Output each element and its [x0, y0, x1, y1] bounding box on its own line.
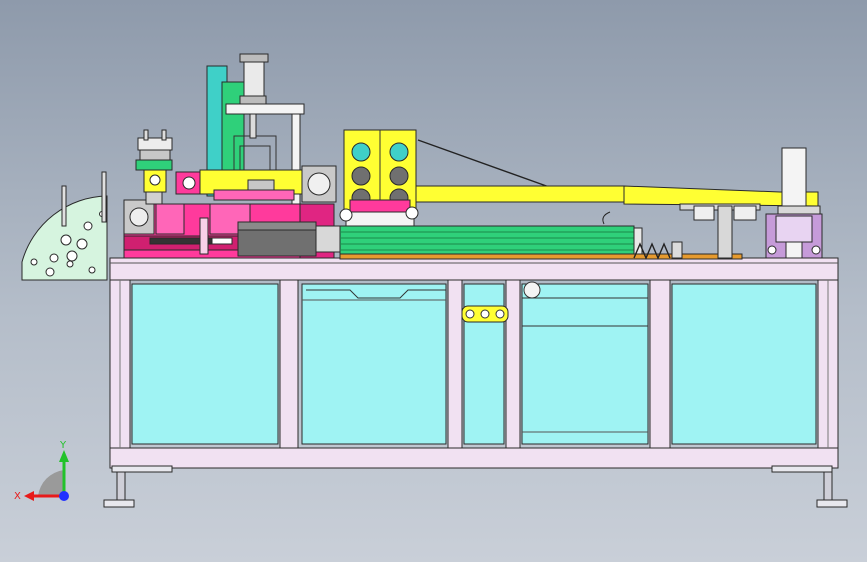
axis-triad: Y X: [14, 440, 69, 502]
guide-post: [135, 129, 203, 205]
top-plate: [109, 257, 839, 281]
x-axis-label: X: [14, 491, 21, 502]
cylinder: [243, 57, 265, 103]
press-assembly: [199, 53, 337, 205]
feet: [103, 465, 848, 508]
panel-mid-right: [521, 283, 649, 445]
y-axis-label: Y: [59, 440, 67, 451]
bottom-rail: [109, 447, 839, 469]
conveyor: [237, 221, 743, 260]
panel-mid-left: [301, 283, 447, 445]
panel-right: [671, 283, 817, 445]
pulley: [523, 281, 541, 299]
machine-drawing: Y X: [14, 53, 848, 508]
panels: [131, 281, 817, 445]
cad-viewport[interactable]: Y X: [0, 0, 867, 562]
frame-post: [649, 279, 671, 449]
frame-post: [279, 279, 299, 449]
panel-left: [131, 283, 279, 445]
hole-block: [339, 129, 419, 227]
frame-post: [447, 279, 463, 449]
frame-post: [505, 279, 521, 449]
reel-plate: [21, 171, 108, 281]
